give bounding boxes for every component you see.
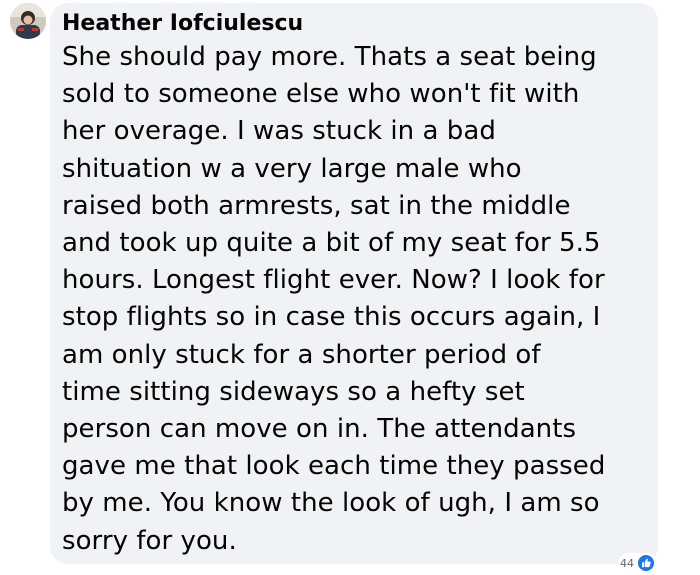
profile-photo-icon — [10, 3, 46, 39]
comment-author-name[interactable]: Heather Iofciulescu — [62, 9, 646, 39]
comment-bubble: Heather Iofciulescu She should pay more.… — [50, 3, 658, 564]
reaction-summary[interactable]: 44 — [618, 553, 657, 573]
reaction-count: 44 — [620, 556, 634, 570]
like-icon — [637, 554, 655, 572]
avatar[interactable] — [10, 3, 46, 39]
comment-text: She should pay more. Thats a seat being … — [62, 42, 606, 556]
